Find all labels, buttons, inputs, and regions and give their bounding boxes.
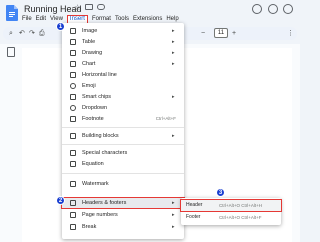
- menu-divider: [62, 127, 184, 128]
- chevron-right-icon: ▸: [172, 224, 175, 230]
- menu-item-label: Image: [82, 28, 98, 34]
- menu-divider: [62, 173, 184, 174]
- menu-item-headers-footers[interactable]: Headers & footers ▸: [61, 197, 185, 209]
- smart-chips-icon: [70, 94, 76, 100]
- menu-item-label: Equation: [82, 161, 104, 167]
- drawing-icon: [70, 50, 76, 56]
- comments-icon[interactable]: [268, 4, 278, 14]
- docs-logo-icon[interactable]: [6, 5, 18, 21]
- menu-item-emoji[interactable]: Emoji: [62, 81, 184, 91]
- submenu-item-label: Header: [186, 202, 203, 208]
- chevron-right-icon: ▸: [172, 212, 175, 218]
- step-badge: 2: [56, 196, 65, 205]
- special-characters-icon: [70, 150, 76, 156]
- menu-item-drawing[interactable]: Drawing ▸: [62, 48, 184, 58]
- table-icon: [70, 39, 76, 45]
- menu-file[interactable]: File: [22, 15, 32, 24]
- step-badge: 3: [216, 188, 225, 197]
- menu-item-label: Dropdown: [82, 105, 108, 111]
- watermark-icon: [70, 181, 76, 187]
- move-folder-icon[interactable]: [85, 4, 93, 10]
- menu-edit[interactable]: Edit: [36, 15, 46, 24]
- chevron-right-icon: ▸: [172, 50, 175, 56]
- menu-item-shortcut: Ctrl+Alt+F: [155, 116, 176, 121]
- headers-footers-icon: [70, 200, 76, 206]
- chevron-right-icon: ▸: [172, 28, 175, 34]
- star-icon[interactable]: ☆: [74, 3, 81, 12]
- footnote-icon: [70, 116, 76, 122]
- building-blocks-icon: [70, 133, 76, 139]
- emoji-icon: [70, 83, 76, 89]
- history-icon[interactable]: [252, 4, 262, 14]
- menu-item-label: Break: [82, 224, 97, 230]
- zoom-in-icon[interactable]: +: [232, 29, 236, 38]
- submenu-item-header[interactable]: Header Ctrl+Alt+O Ctrl+Alt+H: [180, 199, 282, 212]
- image-icon: [70, 28, 76, 34]
- chevron-right-icon: ▸: [172, 61, 175, 67]
- header-actions: [252, 4, 294, 18]
- step-badge: 1: [56, 22, 65, 31]
- insert-menu: Image ▸ Table ▸ Drawing ▸ Chart ▸ Horizo…: [61, 23, 185, 239]
- menu-item-building-blocks[interactable]: Building blocks ▸: [62, 131, 184, 141]
- menu-item-image[interactable]: Image ▸: [62, 26, 184, 36]
- submenu-item-shortcut: Ctrl+Alt+O Ctrl+Alt+F: [219, 215, 262, 220]
- font-size-field[interactable]: 11: [214, 28, 228, 38]
- menu-item-break[interactable]: Break ▸: [62, 222, 184, 232]
- chevron-right-icon: ▸: [172, 39, 175, 45]
- menu-item-dropdown[interactable]: Dropdown: [62, 103, 184, 113]
- horizontal-line-icon: [70, 72, 76, 78]
- print-icon[interactable]: ⎙: [39, 29, 45, 38]
- menu-item-watermark[interactable]: Watermark: [62, 179, 184, 189]
- menu-item-label: Horizontal line: [82, 72, 117, 78]
- dropdown-icon: [70, 105, 76, 111]
- menu-item-label: Emoji: [82, 83, 96, 89]
- menu-item-label: Watermark: [82, 181, 109, 187]
- menu-item-label: Building blocks: [82, 133, 119, 139]
- menu-item-page-numbers[interactable]: Page numbers ▸: [62, 210, 184, 220]
- menu-item-footnote[interactable]: Footnote Ctrl+Alt+F: [62, 114, 184, 124]
- menu-divider: [62, 144, 184, 145]
- equation-icon: [70, 161, 76, 167]
- chevron-right-icon: ▸: [172, 94, 175, 100]
- menu-item-label: Special characters: [82, 150, 128, 156]
- page-numbers-icon: [70, 212, 76, 218]
- document-title[interactable]: Running Head: [24, 4, 82, 14]
- menu-item-label: Drawing: [82, 50, 103, 56]
- break-icon: [70, 224, 76, 230]
- chevron-right-icon: ▸: [172, 133, 175, 139]
- menu-item-label: Smart chips: [82, 94, 112, 100]
- menu-item-label: Chart: [82, 61, 96, 67]
- chart-icon: [70, 61, 76, 67]
- menu-item-horizontal-line[interactable]: Horizontal line: [62, 70, 184, 80]
- menu-item-label: Table: [82, 39, 96, 45]
- menu-item-smart-chips[interactable]: Smart chips ▸: [62, 92, 184, 102]
- meet-icon[interactable]: [283, 4, 293, 14]
- redo-icon[interactable]: ↷: [29, 29, 35, 38]
- menu-item-special-characters[interactable]: Special characters: [62, 148, 184, 158]
- more-icon[interactable]: ⋮: [287, 29, 294, 38]
- menu-item-chart[interactable]: Chart ▸: [62, 59, 184, 69]
- submenu-item-shortcut: Ctrl+Alt+O Ctrl+Alt+H: [219, 203, 263, 208]
- submenu-item-label: Footer: [186, 214, 201, 220]
- search-icon[interactable]: ⌕: [9, 29, 13, 38]
- menu-item-table[interactable]: Table ▸: [62, 37, 184, 47]
- zoom-out-icon[interactable]: −: [201, 29, 205, 38]
- menu-item-label: Headers & footers: [82, 200, 127, 206]
- cloud-status-icon[interactable]: [97, 4, 105, 10]
- title-bar: Running Head ☆ File Edit View Insert Format T…: [0, 0, 300, 24]
- headers-footers-submenu: Header Ctrl+Alt+O Ctrl+Alt+H Footer Ctrl…: [180, 198, 282, 225]
- menu-item-label: Page numbers: [82, 212, 118, 218]
- google-docs-window: Running Head ☆ File Edit View Insert Format T…: [0, 0, 300, 242]
- chevron-right-icon: ▸: [172, 200, 175, 206]
- undo-icon[interactable]: ↶: [19, 29, 25, 38]
- submenu-item-footer[interactable]: Footer Ctrl+Alt+O Ctrl+Alt+F: [181, 212, 281, 223]
- menu-item-label: Footnote: [82, 116, 104, 122]
- outline-icon[interactable]: [7, 47, 15, 57]
- menu-item-equation[interactable]: Equation: [62, 159, 184, 169]
